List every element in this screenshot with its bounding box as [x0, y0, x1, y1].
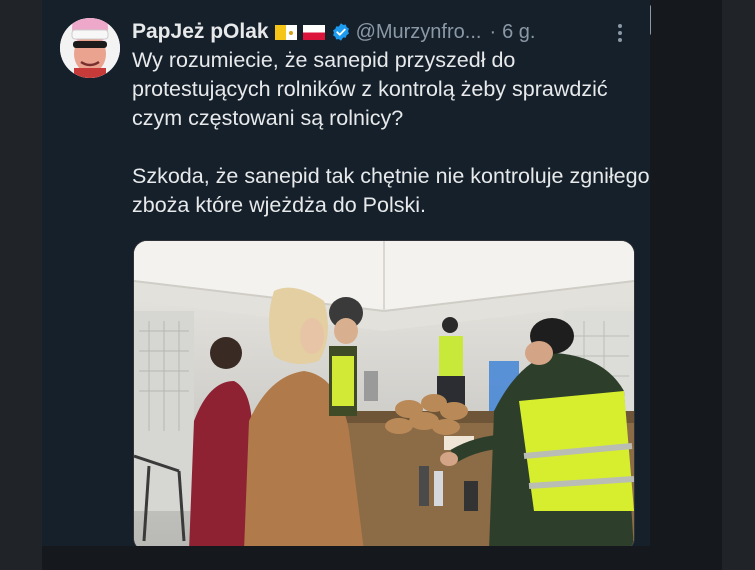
tweet-card[interactable]: PapJeż pOlak @Murzynfro... · 6 g. Wy roz…	[42, 0, 650, 546]
timestamp[interactable]: 6 g.	[502, 21, 535, 44]
display-name[interactable]: PapJeż pOlak	[132, 20, 269, 44]
tweet-text: Wy rozumiecie, że sanepid przyszedł do p…	[132, 46, 650, 220]
tweet-header: PapJeż pOlak @Murzynfro... · 6 g.	[132, 19, 632, 45]
avatar[interactable]	[60, 18, 120, 78]
photo-image	[134, 241, 634, 546]
verified-badge-icon	[332, 23, 349, 41]
scroll-area	[650, 0, 722, 570]
flag-poland-icon	[302, 24, 325, 40]
separator-dot: ·	[489, 20, 497, 43]
left-gutter	[0, 0, 42, 570]
tweet-paragraph: Szkoda, że sanepid tak chętnie nie kontr…	[132, 164, 650, 217]
more-options-icon[interactable]	[614, 22, 626, 44]
handle[interactable]: @Murzynfro...	[356, 21, 482, 44]
tweet-photo[interactable]	[133, 240, 635, 546]
tweet-paragraph: Wy rozumiecie, że sanepid przyszedł do p…	[132, 48, 608, 130]
flag-vatican-icon	[274, 24, 297, 40]
right-gutter	[722, 0, 755, 570]
